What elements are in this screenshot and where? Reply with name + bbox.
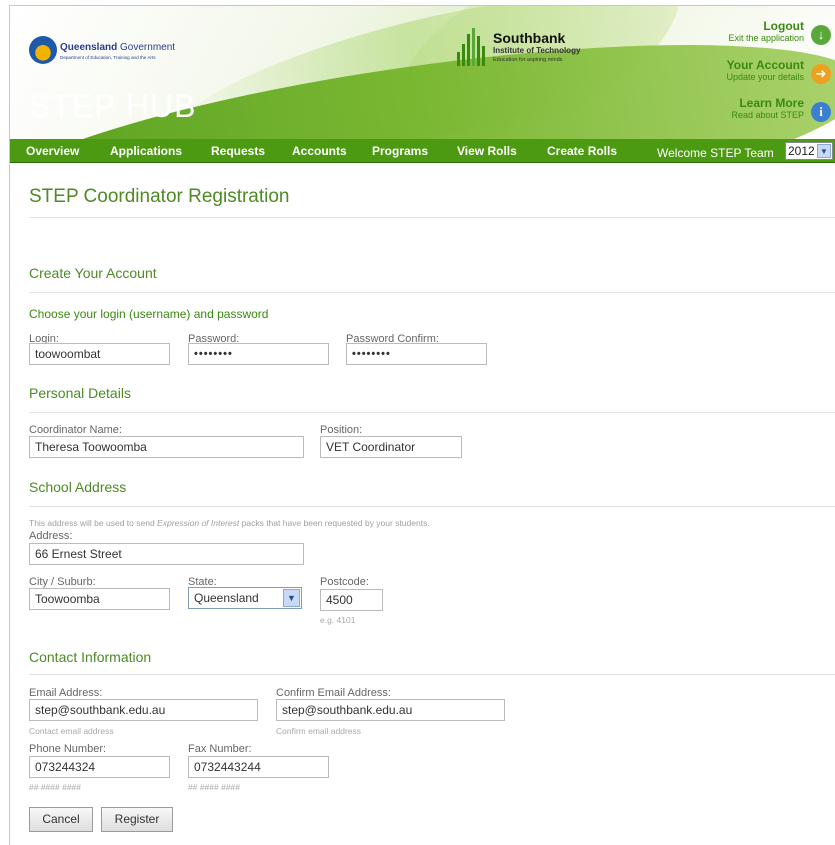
postcode-input[interactable]: 4500 [320,589,383,611]
your-account-link[interactable]: Your Account Update your details ➜ [576,59,835,84]
nav-overview[interactable]: Overview [26,144,79,158]
cancel-button[interactable]: Cancel [29,807,93,832]
nav-programs[interactable]: Programs [372,144,428,158]
southbank-mark-icon [455,28,489,66]
account-subheading: Choose your login (username) and passwor… [29,307,269,321]
nav-applications[interactable]: Applications [110,144,182,158]
divider [29,217,835,218]
email-input[interactable]: step@southbank.edu.au [29,699,258,721]
coordinator-name-label: Coordinator Name: [29,424,122,436]
institute-name: Southbank [493,30,566,46]
password-input[interactable]: •••••••• [188,343,329,365]
register-button[interactable]: Register [101,807,173,832]
city-label: City / Suburb: [29,576,96,588]
confirm-email-input[interactable]: step@southbank.edu.au [276,699,505,721]
fax-input[interactable]: 0732443244 [188,756,329,778]
confirm-email-hint: Confirm email address [276,726,362,736]
position-input[interactable]: VET Coordinator [320,436,462,458]
welcome-text: Welcome STEP Team [657,146,774,160]
year-select[interactable]: 2012 ▼ [785,142,833,160]
page-title: STEP Coordinator Registration [29,186,290,207]
position-label: Position: [320,424,363,436]
password-confirm-input[interactable]: •••••••• [346,343,487,365]
confirm-email-label: Confirm Email Address: [276,687,391,699]
divider [29,674,835,675]
arrow-right-icon: ➜ [811,64,831,84]
divider [29,412,835,413]
postcode-label: Postcode: [320,576,369,588]
state-select[interactable]: Queensland ▼ [188,587,302,609]
nav-requests[interactable]: Requests [211,144,265,158]
address-input[interactable]: 66 Ernest Street [29,543,304,565]
phone-label: Phone Number: [29,743,107,755]
phone-input[interactable]: 073244324 [29,756,170,778]
app-frame: Queensland Government Department of Educ… [9,5,835,845]
arrow-down-icon: ↓ [811,25,831,45]
app-title: STEP HUB [29,88,197,124]
email-label: Email Address: [29,687,103,699]
fax-label: Fax Number: [188,743,252,755]
section-school-address: School Address [29,479,127,495]
address-label: Address: [29,530,73,542]
main-nav: Overview Applications Requests Accounts … [10,139,835,163]
chevron-down-icon: ▼ [817,144,831,158]
header-banner: Queensland Government Department of Educ… [10,6,835,139]
email-hint: Contact email address [29,726,114,736]
coordinator-name-input[interactable]: Theresa Toowoomba [29,436,304,458]
queensland-crest-icon [29,36,57,64]
chevron-down-icon: ▼ [283,589,300,607]
address-note: This address will be used to send Expres… [29,518,430,528]
nav-view-rolls[interactable]: View Rolls [457,144,517,158]
queensland-government-logo: Queensland Government Department of Educ… [29,36,189,66]
login-input[interactable]: toowoombat [29,343,170,365]
fax-hint: ## #### #### [188,782,240,792]
section-create-account: Create Your Account [29,265,157,281]
nav-create-rolls[interactable]: Create Rolls [547,144,617,158]
logout-link[interactable]: Logout Exit the application ↓ [576,20,835,45]
institute-full-name: Institute of Technology [493,46,581,55]
institute-tagline: Education for aspiring minds [493,57,563,63]
section-personal-details: Personal Details [29,385,131,401]
info-icon: i [811,102,831,122]
learn-more-link[interactable]: Learn More Read about STEP i [576,97,835,122]
divider [29,292,835,293]
section-contact-information: Contact Information [29,649,152,665]
postcode-hint: e.g. 4101 [320,615,356,625]
nav-accounts[interactable]: Accounts [292,144,347,158]
city-input[interactable]: Toowoomba [29,588,170,610]
department-name: Department of Education, Training and th… [60,55,156,60]
phone-hint: ## #### #### [29,782,81,792]
divider [29,506,835,507]
